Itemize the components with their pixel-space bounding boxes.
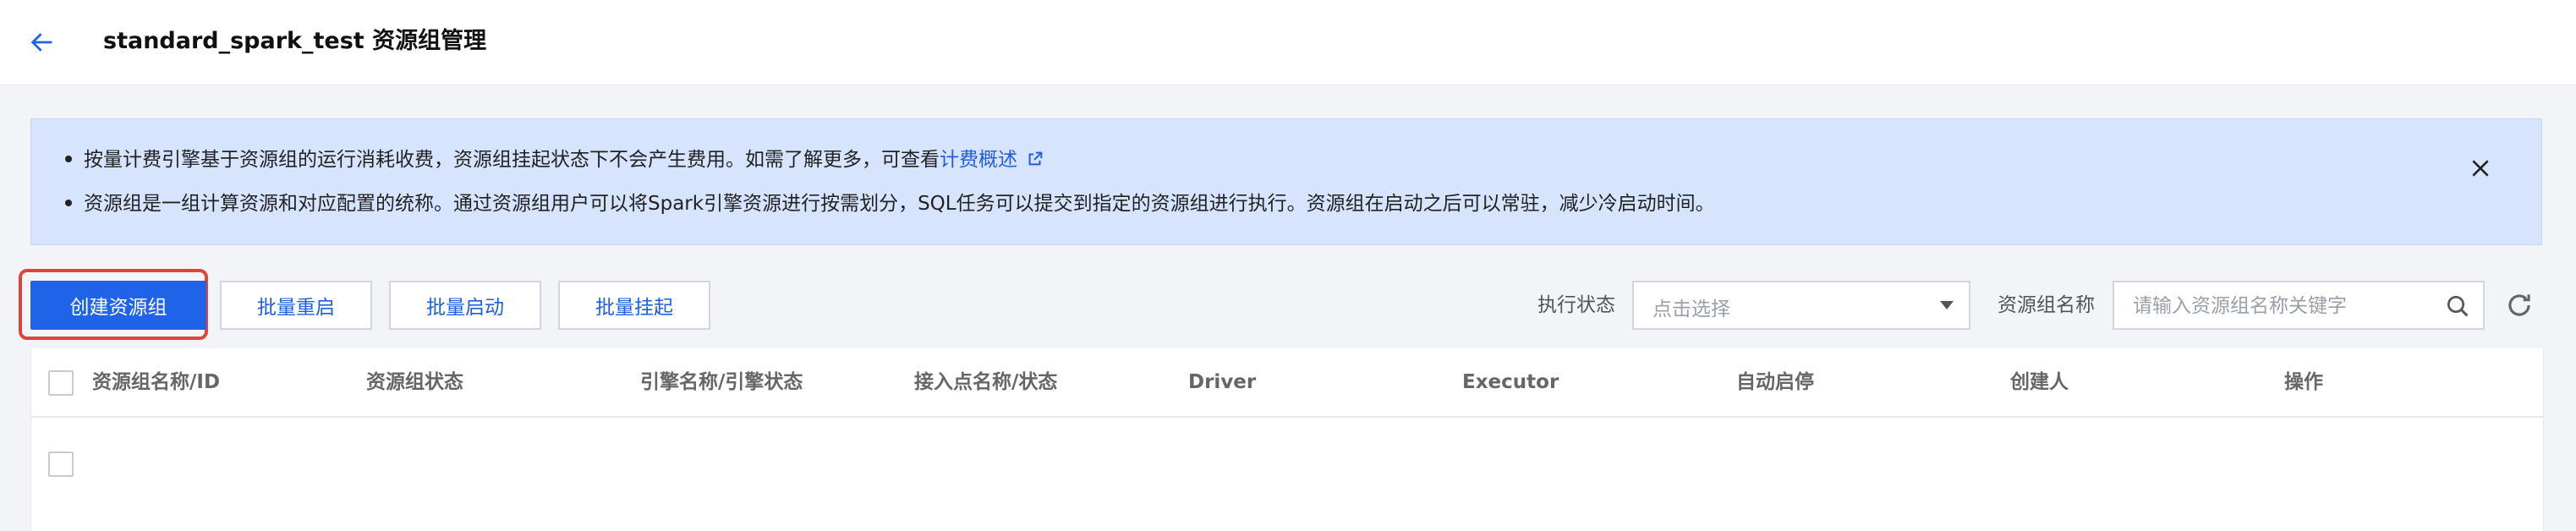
close-icon	[2472, 160, 2489, 177]
notice-line2-text: 资源组是一组计算资源和对应配置的统称。通过资源组用户可以将Spark引擎资源进行…	[84, 193, 1715, 215]
column-header: 接入点名称/状态	[914, 371, 1058, 393]
column-header: 创建人	[2010, 371, 2069, 393]
column-header: Executor	[1462, 371, 1559, 393]
external-link-icon[interactable]	[1026, 150, 1044, 168]
batch-restart-button[interactable]: 批量重启	[220, 281, 372, 330]
notice-line-billing: 按量计费引擎基于资源组的运行消耗收费，资源组挂起状态下不会产生费用。如需了解更多…	[65, 146, 1044, 173]
resource-group-table: 资源组名称/ID 资源组状态 引擎名称/引擎状态 接入点名称/状态 Driver…	[30, 348, 2544, 531]
batch-suspend-button[interactable]: 批量挂起	[558, 281, 710, 330]
table-header: 资源组名称/ID 资源组状态 引擎名称/引擎状态 接入点名称/状态 Driver…	[31, 348, 2543, 418]
notice-close-button[interactable]	[2464, 151, 2497, 185]
page-title: standard_spark_test 资源组管理	[103, 28, 487, 54]
column-header[interactable]: 资源组名称/ID	[92, 369, 220, 396]
column-header: 操作	[2284, 371, 2323, 393]
name-filter-label: 资源组名称	[1998, 294, 2095, 316]
column-header: Driver	[1188, 371, 1257, 393]
search-icon[interactable]	[2444, 293, 2471, 320]
status-select-placeholder: 点击选择	[1652, 298, 1730, 320]
info-notice: 按量计费引擎基于资源组的运行消耗收费，资源组挂起状态下不会产生费用。如需了解更多…	[30, 118, 2542, 245]
name-search-input[interactable]	[2114, 282, 2439, 330]
select-all-checkbox[interactable]	[48, 370, 74, 396]
column-header: 资源组状态	[366, 371, 463, 393]
top-bar: standard_spark_test 资源组管理	[0, 0, 2576, 85]
back-button[interactable]	[25, 25, 59, 59]
bullet-dot	[65, 199, 72, 206]
bullet-dot	[65, 155, 72, 162]
batch-start-button[interactable]: 批量启动	[389, 281, 541, 330]
chevron-down-icon	[1940, 301, 1954, 309]
row-checkbox[interactable]	[48, 452, 74, 477]
create-resource-group-button[interactable]: 创建资源组	[30, 281, 206, 330]
notice-line1-text: 按量计费引擎基于资源组的运行消耗收费，资源组挂起状态下不会产生费用。如需了解更多…	[84, 149, 940, 171]
table-row	[31, 418, 2543, 531]
billing-overview-link[interactable]: 计费概述	[940, 149, 1017, 171]
column-header: 自动启停	[1736, 371, 1814, 393]
name-search-box	[2113, 281, 2485, 330]
refresh-icon[interactable]	[2503, 289, 2535, 321]
status-filter-label: 执行状态	[1537, 294, 1615, 316]
status-select[interactable]: 点击选择	[1632, 281, 1970, 330]
column-header: 引擎名称/引擎状态	[640, 371, 803, 393]
arrow-left-icon	[30, 33, 52, 52]
notice-line-resource-group: 资源组是一组计算资源和对应配置的统称。通过资源组用户可以将Spark引擎资源进行…	[65, 190, 1715, 217]
